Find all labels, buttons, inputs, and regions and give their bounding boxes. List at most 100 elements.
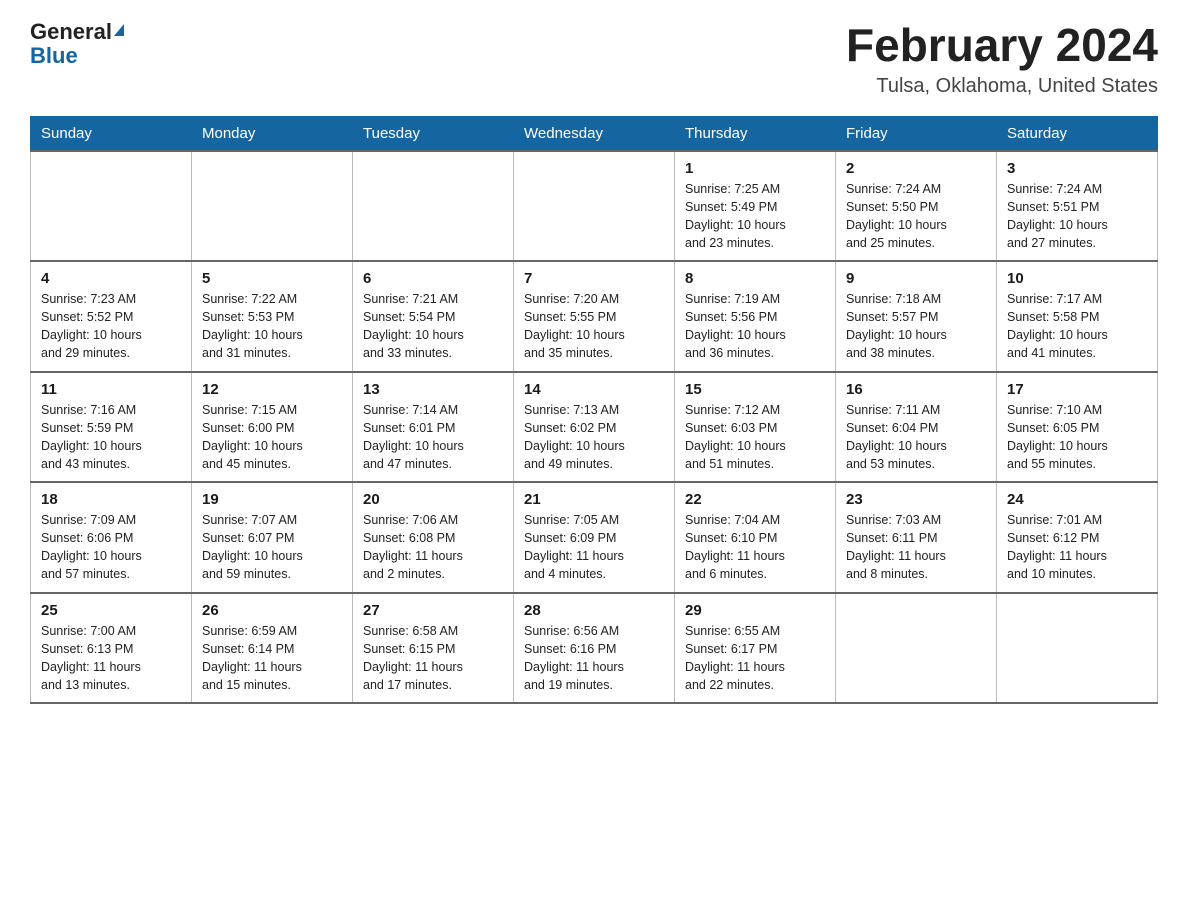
day-header-thursday: Thursday bbox=[675, 116, 836, 151]
day-header-sunday: Sunday bbox=[31, 116, 192, 151]
day-number: 16 bbox=[846, 381, 986, 398]
calendar-cell bbox=[997, 593, 1158, 704]
day-number: 15 bbox=[685, 381, 825, 398]
week-row-1: 1 Sunrise: 7:25 AMSunset: 5:49 PMDaylight… bbox=[31, 151, 1158, 262]
day-number: 3 bbox=[1007, 160, 1147, 177]
week-row-4: 18 Sunrise: 7:09 AMSunset: 6:06 PMDayligh… bbox=[31, 482, 1158, 593]
day-number: 5 bbox=[202, 270, 342, 287]
day-info: Sunrise: 7:22 AMSunset: 5:53 PMDaylight:… bbox=[202, 290, 342, 363]
logo-arrow-icon bbox=[114, 24, 124, 36]
calendar-cell: 20Sunrise: 7:06 AMSunset: 6:08 PMDayligh… bbox=[353, 482, 514, 593]
day-number: 7 bbox=[524, 270, 664, 287]
calendar-cell: 19 Sunrise: 7:07 AMSunset: 6:07 PMDayligh… bbox=[192, 482, 353, 593]
day-header-saturday: Saturday bbox=[997, 116, 1158, 151]
day-info: Sunrise: 7:09 AMSunset: 6:06 PMDaylight:… bbox=[41, 511, 181, 584]
day-number: 9 bbox=[846, 270, 986, 287]
calendar-cell bbox=[836, 593, 997, 704]
day-info: Sunrise: 7:11 AMSunset: 6:04 PMDaylight:… bbox=[846, 401, 986, 474]
day-info: Sunrise: 7:13 AMSunset: 6:02 PMDaylight:… bbox=[524, 401, 664, 474]
calendar-cell: 28 Sunrise: 6:56 AMSunset: 6:16 PMDayligh… bbox=[514, 593, 675, 704]
calendar-cell: 9 Sunrise: 7:18 AMSunset: 5:57 PMDaylight… bbox=[836, 261, 997, 372]
day-info: Sunrise: 7:10 AMSunset: 6:05 PMDaylight:… bbox=[1007, 401, 1147, 474]
day-info: Sunrise: 7:23 AMSunset: 5:52 PMDaylight:… bbox=[41, 290, 181, 363]
day-header-friday: Friday bbox=[836, 116, 997, 151]
day-number: 28 bbox=[524, 602, 664, 619]
day-info: Sunrise: 7:14 AMSunset: 6:01 PMDaylight:… bbox=[363, 401, 503, 474]
day-number: 19 bbox=[202, 491, 342, 508]
calendar-cell: 25 Sunrise: 7:00 AMSunset: 6:13 PMDayligh… bbox=[31, 593, 192, 704]
calendar-cell: 17 Sunrise: 7:10 AMSunset: 6:05 PMDayligh… bbox=[997, 372, 1158, 483]
calendar-cell: 3 Sunrise: 7:24 AMSunset: 5:51 PMDaylight… bbox=[997, 151, 1158, 262]
day-number: 13 bbox=[363, 381, 503, 398]
day-info: Sunrise: 7:04 AMSunset: 6:10 PMDaylight:… bbox=[685, 511, 825, 584]
logo-blue: Blue bbox=[30, 43, 78, 68]
title-block: February 2024 Tulsa, Oklahoma, United St… bbox=[846, 20, 1158, 98]
day-info: Sunrise: 6:56 AMSunset: 6:16 PMDaylight:… bbox=[524, 622, 664, 695]
calendar-cell bbox=[353, 151, 514, 262]
calendar-cell: 10 Sunrise: 7:17 AMSunset: 5:58 PMDayligh… bbox=[997, 261, 1158, 372]
calendar-cell: 2Sunrise: 7:24 AMSunset: 5:50 PMDaylight… bbox=[836, 151, 997, 262]
calendar-cell: 21 Sunrise: 7:05 AMSunset: 6:09 PMDayligh… bbox=[514, 482, 675, 593]
day-number: 23 bbox=[846, 491, 986, 508]
day-info: Sunrise: 6:55 AMSunset: 6:17 PMDaylight:… bbox=[685, 622, 825, 695]
week-row-5: 25 Sunrise: 7:00 AMSunset: 6:13 PMDayligh… bbox=[31, 593, 1158, 704]
day-header-wednesday: Wednesday bbox=[514, 116, 675, 151]
day-info: Sunrise: 7:15 AMSunset: 6:00 PMDaylight:… bbox=[202, 401, 342, 474]
day-info: Sunrise: 7:18 AMSunset: 5:57 PMDaylight:… bbox=[846, 290, 986, 363]
calendar-cell: 24Sunrise: 7:01 AMSunset: 6:12 PMDayligh… bbox=[997, 482, 1158, 593]
day-info: Sunrise: 6:59 AMSunset: 6:14 PMDaylight:… bbox=[202, 622, 342, 695]
day-info: Sunrise: 7:00 AMSunset: 6:13 PMDaylight:… bbox=[41, 622, 181, 695]
day-info: Sunrise: 6:58 AMSunset: 6:15 PMDaylight:… bbox=[363, 622, 503, 695]
location-title: Tulsa, Oklahoma, United States bbox=[846, 75, 1158, 98]
day-info: Sunrise: 7:20 AMSunset: 5:55 PMDaylight:… bbox=[524, 290, 664, 363]
calendar-cell: 6 Sunrise: 7:21 AMSunset: 5:54 PMDaylight… bbox=[353, 261, 514, 372]
calendar-cell: 8 Sunrise: 7:19 AMSunset: 5:56 PMDaylight… bbox=[675, 261, 836, 372]
calendar-cell: 16 Sunrise: 7:11 AMSunset: 6:04 PMDayligh… bbox=[836, 372, 997, 483]
day-number: 29 bbox=[685, 602, 825, 619]
day-number: 18 bbox=[41, 491, 181, 508]
week-row-3: 11 Sunrise: 7:16 AMSunset: 5:59 PMDayligh… bbox=[31, 372, 1158, 483]
day-number: 1 bbox=[685, 160, 825, 177]
day-number: 17 bbox=[1007, 381, 1147, 398]
calendar-cell: 7 Sunrise: 7:20 AMSunset: 5:55 PMDaylight… bbox=[514, 261, 675, 372]
day-number: 22 bbox=[685, 491, 825, 508]
day-info: Sunrise: 7:05 AMSunset: 6:09 PMDaylight:… bbox=[524, 511, 664, 584]
day-info: Sunrise: 7:21 AMSunset: 5:54 PMDaylight:… bbox=[363, 290, 503, 363]
logo-general: General bbox=[30, 20, 112, 44]
day-info: Sunrise: 7:12 AMSunset: 6:03 PMDaylight:… bbox=[685, 401, 825, 474]
day-info: Sunrise: 7:17 AMSunset: 5:58 PMDaylight:… bbox=[1007, 290, 1147, 363]
header-row: SundayMondayTuesdayWednesdayThursdayFrid… bbox=[31, 116, 1158, 151]
day-info: Sunrise: 7:24 AMSunset: 5:51 PMDaylight:… bbox=[1007, 180, 1147, 253]
day-number: 8 bbox=[685, 270, 825, 287]
day-number: 21 bbox=[524, 491, 664, 508]
day-header-monday: Monday bbox=[192, 116, 353, 151]
day-number: 12 bbox=[202, 381, 342, 398]
day-number: 6 bbox=[363, 270, 503, 287]
day-header-tuesday: Tuesday bbox=[353, 116, 514, 151]
day-number: 20 bbox=[363, 491, 503, 508]
day-info: Sunrise: 7:19 AMSunset: 5:56 PMDaylight:… bbox=[685, 290, 825, 363]
day-number: 14 bbox=[524, 381, 664, 398]
day-info: Sunrise: 7:03 AMSunset: 6:11 PMDaylight:… bbox=[846, 511, 986, 584]
day-number: 2 bbox=[846, 160, 986, 177]
month-title: February 2024 bbox=[846, 20, 1158, 71]
calendar-cell: 18 Sunrise: 7:09 AMSunset: 6:06 PMDayligh… bbox=[31, 482, 192, 593]
calendar-cell: 26 Sunrise: 6:59 AMSunset: 6:14 PMDayligh… bbox=[192, 593, 353, 704]
calendar-cell: 15 Sunrise: 7:12 AMSunset: 6:03 PMDayligh… bbox=[675, 372, 836, 483]
day-number: 10 bbox=[1007, 270, 1147, 287]
day-info: Sunrise: 7:07 AMSunset: 6:07 PMDaylight:… bbox=[202, 511, 342, 584]
calendar-cell bbox=[514, 151, 675, 262]
calendar-cell: 14 Sunrise: 7:13 AMSunset: 6:02 PMDayligh… bbox=[514, 372, 675, 483]
calendar-cell: 1 Sunrise: 7:25 AMSunset: 5:49 PMDaylight… bbox=[675, 151, 836, 262]
day-number: 25 bbox=[41, 602, 181, 619]
calendar-table: SundayMondayTuesdayWednesdayThursdayFrid… bbox=[30, 116, 1158, 705]
calendar-cell: 5 Sunrise: 7:22 AMSunset: 5:53 PMDaylight… bbox=[192, 261, 353, 372]
calendar-cell bbox=[31, 151, 192, 262]
day-number: 26 bbox=[202, 602, 342, 619]
day-info: Sunrise: 7:16 AMSunset: 5:59 PMDaylight:… bbox=[41, 401, 181, 474]
day-info: Sunrise: 7:25 AMSunset: 5:49 PMDaylight:… bbox=[685, 180, 825, 253]
calendar-cell: 29 Sunrise: 6:55 AMSunset: 6:17 PMDayligh… bbox=[675, 593, 836, 704]
calendar-cell: 4Sunrise: 7:23 AMSunset: 5:52 PMDaylight… bbox=[31, 261, 192, 372]
calendar-cell: 12 Sunrise: 7:15 AMSunset: 6:00 PMDayligh… bbox=[192, 372, 353, 483]
day-number: 11 bbox=[41, 381, 181, 398]
